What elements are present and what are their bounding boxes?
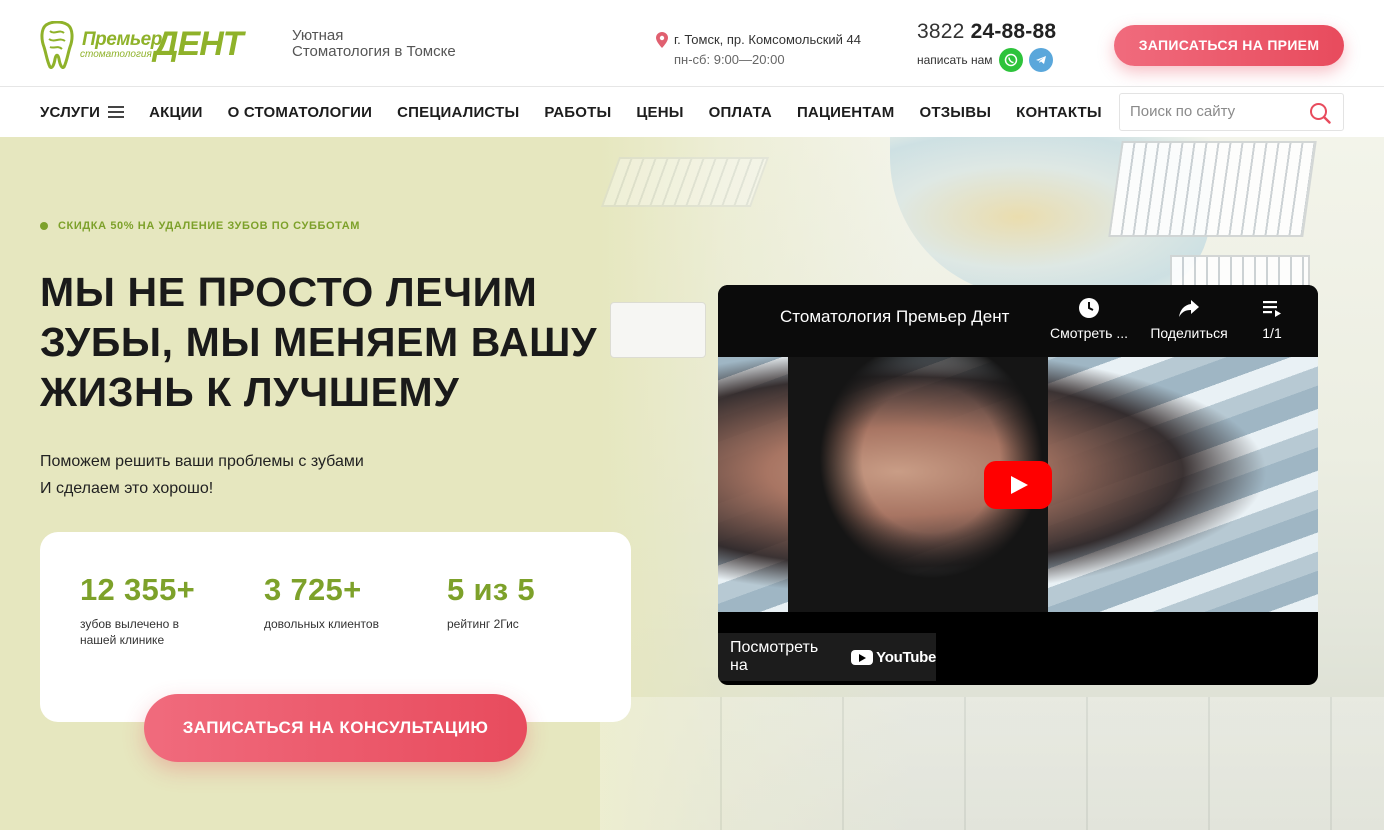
book-consultation-button[interactable]: ЗАПИСАТЬСЯ НА КОНСУЛЬТАЦИЮ xyxy=(144,694,527,762)
hero-title: МЫ НЕ ПРОСТО ЛЕЧИМ ЗУБЫ, МЫ МЕНЯЕМ ВАШУ … xyxy=(40,267,640,417)
working-hours: пн-сб: 9:00—20:00 xyxy=(674,52,785,67)
ceiling-light xyxy=(1108,141,1317,237)
playlist-button[interactable]: 1/1 xyxy=(1256,297,1288,341)
clock-icon xyxy=(1079,298,1099,318)
watch-on-label: Посмотреть на xyxy=(730,639,819,674)
address-text[interactable]: г. Томск, пр. Комсомольский 44 xyxy=(656,30,861,50)
tagline-line-1: Уютная xyxy=(292,27,344,44)
youtube-logo: YouTube xyxy=(851,649,936,666)
youtube-play-icon xyxy=(851,649,874,665)
nav-item-label: УСЛУГИ xyxy=(40,103,101,121)
search-input[interactable] xyxy=(1130,103,1300,120)
tooth-logo-icon xyxy=(40,21,74,69)
write-us-label: написать нам xyxy=(917,53,993,67)
ceiling-light xyxy=(1170,255,1310,289)
map-pin-icon xyxy=(656,32,668,48)
stat-value: 5 из 5 xyxy=(447,572,535,607)
watch-on-youtube-button[interactable]: Посмотреть на YouTube xyxy=(718,633,936,681)
hero-title-line-1: МЫ НЕ ПРОСТО ЛЕЧИМ xyxy=(40,269,538,315)
ceiling-light xyxy=(600,157,770,207)
phone-block: 3822 24-88-88 написать нам xyxy=(917,20,1056,72)
watch-later-label: Смотреть ... xyxy=(1050,325,1128,341)
nav-item-about[interactable]: О СТОМАТОЛОГИИ xyxy=(228,104,372,121)
video-top-bar: Стоматология Премьер Дент Смотреть ... П… xyxy=(718,285,1318,357)
nav-item-contacts[interactable]: КОНТАКТЫ xyxy=(1016,104,1102,121)
stat-label: довольных клиентов xyxy=(264,617,379,631)
hero-subtitle: Поможем решить ваши проблемы с зубами И … xyxy=(40,448,364,502)
nav-item-payment[interactable]: ОПЛАТА xyxy=(709,104,772,121)
phone-code: 3822 xyxy=(917,20,965,43)
nav-item-promotions[interactable]: АКЦИИ xyxy=(149,104,203,121)
nav-item-specialists[interactable]: СПЕЦИАЛИСТЫ xyxy=(397,104,519,121)
menu-icon xyxy=(108,105,125,119)
promo-banner[interactable]: СКИДКА 50% НА УДАЛЕНИЕ ЗУБОВ ПО СУББОТАМ xyxy=(40,220,360,232)
tagline-line-2: Стоматология в Томске xyxy=(292,43,456,60)
telegram-icon[interactable] xyxy=(1028,48,1053,72)
stat-value: 3 725+ xyxy=(264,572,362,607)
stat-label: рейтинг 2Гис xyxy=(447,617,519,631)
site-header: Премьер ДЕНТ стоматология Уютная Стомато… xyxy=(0,0,1384,86)
search-icon[interactable] xyxy=(1309,102,1331,124)
promo-text: СКИДКА 50% НА УДАЛЕНИЕ ЗУБОВ ПО СУББОТАМ xyxy=(58,220,361,232)
main-nav: УСЛУГИ АКЦИИ О СТОМАТОЛОГИИ СПЕЦИАЛИСТЫ … xyxy=(0,86,1384,137)
share-icon xyxy=(1179,300,1199,317)
book-appointment-button[interactable]: ЗАПИСАТЬСЯ НА ПРИЕМ xyxy=(1114,25,1344,66)
watch-later-button[interactable]: Смотреть ... xyxy=(1048,297,1130,341)
share-button[interactable]: Поделиться xyxy=(1148,297,1230,341)
whatsapp-icon[interactable] xyxy=(998,48,1023,72)
write-us: написать нам xyxy=(917,48,1056,72)
hero-title-line-3: ЖИЗНЬ К ЛУЧШЕМУ xyxy=(40,369,460,415)
phone-link[interactable]: 3822 24-88-88 xyxy=(917,20,1056,44)
hero-subtitle-line-1: Поможем решить ваши проблемы с зубами xyxy=(40,453,364,470)
logo-top-text: Премьер xyxy=(82,29,162,50)
youtube-video-embed[interactable]: Стоматология Премьер Дент Смотреть ... П… xyxy=(718,285,1318,685)
logo-main-text: ДЕНТ xyxy=(154,25,244,63)
promo-dot-icon xyxy=(40,222,48,230)
stat-teeth-treated: 12 355+ зубов вылечено в нашей клинике xyxy=(80,572,205,648)
logo[interactable]: Премьер ДЕНТ стоматология xyxy=(40,20,244,70)
hero-subtitle-line-2: И сделаем это хорошо! xyxy=(40,480,214,497)
nav-item-prices[interactable]: ЦЕНЫ xyxy=(636,104,683,121)
hero-title-line-2: ЗУБЫ, МЫ МЕНЯЕМ ВАШУ xyxy=(40,319,598,365)
stat-label: зубов вылечено в нашей клинике xyxy=(80,617,179,647)
nav-item-works[interactable]: РАБОТЫ xyxy=(544,104,611,121)
logo-sub-text: стоматология xyxy=(80,49,152,60)
video-title[interactable]: Стоматология Премьер Дент xyxy=(780,307,1009,327)
hero-section: СКИДКА 50% НА УДАЛЕНИЕ ЗУБОВ ПО СУББОТАМ… xyxy=(0,137,1384,830)
youtube-label: YouTube xyxy=(876,648,936,666)
nav-item-reviews[interactable]: ОТЗЫВЫ xyxy=(919,104,991,121)
address-block: г. Томск, пр. Комсомольский 44 пн-сб: 9:… xyxy=(656,30,861,70)
stat-happy-clients: 3 725+ довольных клиентов xyxy=(264,572,394,632)
share-label: Поделиться xyxy=(1150,325,1228,341)
floor xyxy=(600,697,1384,830)
nav-item-patients[interactable]: ПАЦИЕНТАМ xyxy=(797,104,895,121)
search-box xyxy=(1119,93,1344,131)
nav-item-services[interactable]: УСЛУГИ xyxy=(40,103,125,121)
stat-rating: 5 из 5 рейтинг 2Гис xyxy=(447,572,577,632)
phone-number: 24-88-88 xyxy=(970,20,1057,43)
tagline: Уютная Стоматология в Томске xyxy=(292,28,456,60)
playlist-icon xyxy=(1263,301,1281,317)
playlist-count: 1/1 xyxy=(1262,325,1282,341)
stat-value: 12 355+ xyxy=(80,572,196,607)
play-icon[interactable] xyxy=(984,461,1052,509)
